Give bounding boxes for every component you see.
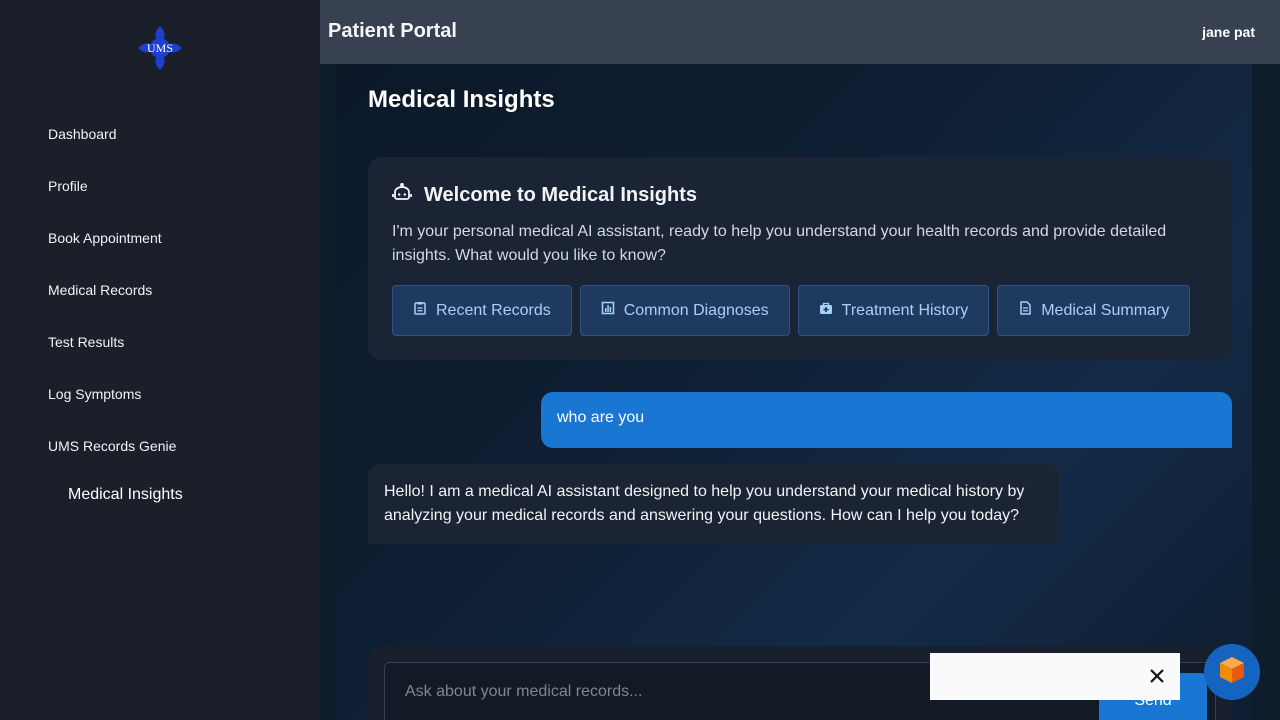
- sidebar-item-dashboard[interactable]: Dashboard: [48, 126, 117, 142]
- welcome-text: I'm your personal medical AI assistant, …: [392, 223, 1167, 264]
- quick-actions: Recent Records Common Diagnoses Treatmen…: [392, 285, 1191, 336]
- quick-action-common-diagnoses[interactable]: Common Diagnoses: [579, 285, 790, 336]
- quick-action-medical-summary[interactable]: Medical Summary: [997, 285, 1191, 336]
- assistant-message: Hello! I am a medical AI assistant desig…: [368, 464, 1059, 544]
- sidebar-item-medical-insights[interactable]: Medical Insights: [68, 486, 183, 504]
- sidebar-item-records-genie[interactable]: UMS Records Genie: [48, 438, 176, 454]
- notification-popup: [930, 653, 1180, 700]
- quick-action-recent-records[interactable]: Recent Records: [392, 285, 572, 336]
- bar-chart-icon: [601, 301, 615, 320]
- user-menu[interactable]: jane pat: [1202, 24, 1255, 40]
- clipboard-icon: [413, 301, 427, 320]
- sidebar-item-test-results[interactable]: Test Results: [48, 334, 124, 350]
- sidebar-item-profile[interactable]: Profile: [48, 178, 88, 194]
- assistant-fab-button[interactable]: [1204, 644, 1260, 700]
- sidebar-item-log-symptoms[interactable]: Log Symptoms: [48, 386, 141, 402]
- quick-action-label: Recent Records: [436, 301, 551, 319]
- sidebar-item-medical-records[interactable]: Medical Records: [48, 282, 152, 298]
- quick-action-label: Common Diagnoses: [623, 301, 769, 319]
- quick-action-label: Treatment History: [841, 301, 969, 319]
- logo-text: UMS: [147, 41, 173, 55]
- cube-icon: [1217, 655, 1247, 690]
- welcome-title: Welcome to Medical Insights: [424, 184, 698, 206]
- welcome-header: Welcome to Medical Insights: [392, 182, 698, 208]
- robot-icon: [392, 182, 412, 208]
- close-icon[interactable]: [1146, 665, 1168, 687]
- quick-action-treatment-history[interactable]: Treatment History: [797, 285, 990, 336]
- page-title: Medical Insights: [368, 86, 555, 113]
- user-message: who are you: [541, 392, 1232, 448]
- sidebar-item-book-appointment[interactable]: Book Appointment: [48, 230, 162, 246]
- medical-bag-icon: [819, 301, 833, 320]
- document-icon: [1018, 301, 1032, 320]
- top-bar: Patient Portal jane pat: [320, 0, 1280, 64]
- main-content: Medical Insights Welcome to Medical Insi…: [336, 64, 1252, 720]
- sidebar: UMS Dashboard Profile Book Appointment M…: [0, 0, 320, 720]
- quick-action-label: Medical Summary: [1041, 301, 1170, 319]
- ums-logo[interactable]: UMS: [136, 24, 184, 72]
- welcome-card: Welcome to Medical Insights I'm your per…: [368, 157, 1232, 360]
- app-title: Patient Portal: [328, 20, 457, 42]
